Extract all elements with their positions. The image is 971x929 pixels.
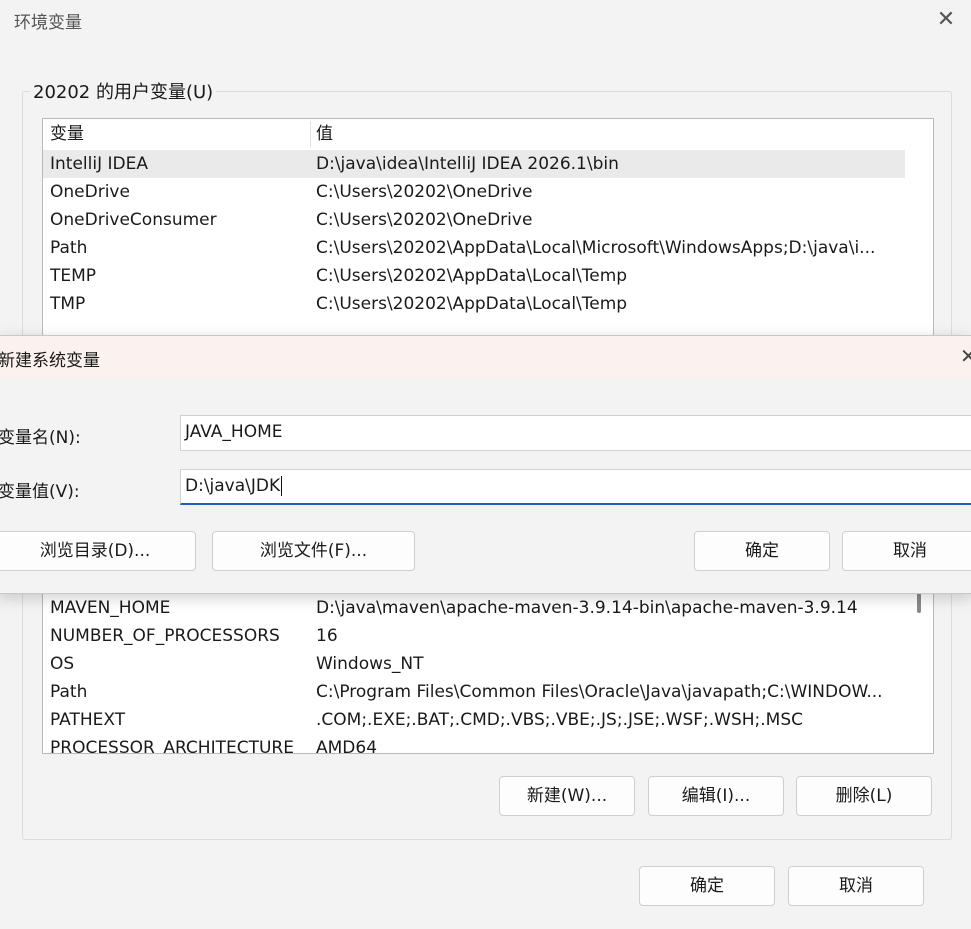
variable-value-label: 变量值(V): <box>0 482 80 502</box>
var-value: C:\Users\20202\AppData\Local\Microsoft\W… <box>316 238 876 258</box>
list-item[interactable]: IntelliJ IDEA D:\java\idea\IntelliJ IDEA… <box>43 150 905 178</box>
close-icon[interactable]: ✕ <box>932 6 960 34</box>
list-item[interactable]: Path C:\Program Files\Common Files\Oracl… <box>43 678 905 706</box>
variable-value-input[interactable]: D:\java\JDK <box>180 469 971 505</box>
delete-variable-button[interactable]: 删除(L) <box>796 776 932 816</box>
dialog-title: 新建系统变量 <box>0 351 100 371</box>
close-icon[interactable]: ✕ <box>960 344 971 368</box>
var-value: Windows_NT <box>316 654 424 674</box>
new-variable-button[interactable]: 新建(W)... <box>499 776 635 816</box>
var-value: C:\Program Files\Common Files\Oracle\Jav… <box>316 682 883 702</box>
browse-directory-button[interactable]: 浏览目录(D)... <box>0 531 196 571</box>
scrollbar-thumb[interactable] <box>917 593 921 613</box>
var-value: C:\Users\20202\AppData\Local\Temp <box>316 266 628 286</box>
new-system-variable-dialog: 新建系统变量 ✕ 变量名(N): JAVA_HOME 变量值(V): D:\ja… <box>0 335 971 594</box>
var-name: MAVEN_HOME <box>50 598 171 618</box>
list-item[interactable]: TMP C:\Users\20202\AppData\Local\Temp <box>43 290 905 318</box>
list-item[interactable]: NUMBER_OF_PROCESSORS 16 <box>43 622 905 650</box>
list-item[interactable]: OS Windows_NT <box>43 650 905 678</box>
var-name: IntelliJ IDEA <box>50 154 148 174</box>
edit-variable-button[interactable]: 编辑(I)... <box>648 776 784 816</box>
list-item[interactable]: PATHEXT .COM;.EXE;.BAT;.CMD;.VBS;.VBE;.J… <box>43 706 905 734</box>
var-value: D:\java\maven\apache-maven-3.9.14-bin\ap… <box>316 598 858 618</box>
var-name: PATHEXT <box>50 710 126 730</box>
variable-name-value: JAVA_HOME <box>185 422 283 442</box>
ok-button[interactable]: 确定 <box>639 866 775 906</box>
var-name: Path <box>50 682 88 702</box>
list-item[interactable]: TEMP C:\Users\20202\AppData\Local\Temp <box>43 262 905 290</box>
var-name: OS <box>50 654 75 674</box>
list-item[interactable]: Path C:\Users\20202\AppData\Local\Micros… <box>43 234 905 262</box>
var-name: TMP <box>50 294 86 314</box>
var-name: OneDriveConsumer <box>50 210 217 230</box>
window-title: 环境变量 <box>14 13 82 33</box>
var-value: C:\Users\20202\AppData\Local\Temp <box>316 294 628 314</box>
system-variables-list[interactable]: MAVEN_HOME D:\java\maven\apache-maven-3.… <box>42 592 934 754</box>
variable-name-input[interactable]: JAVA_HOME <box>180 415 971 451</box>
var-value: 16 <box>316 626 338 646</box>
dialog-cancel-button[interactable]: 取消 <box>842 531 971 571</box>
var-value: D:\java\idea\IntelliJ IDEA 2026.1\bin <box>316 154 619 174</box>
text-caret <box>281 476 283 496</box>
list-item[interactable]: PROCESSOR_ARCHITECTURE AMD64 <box>43 734 905 754</box>
cancel-button[interactable]: 取消 <box>788 866 924 906</box>
var-value: AMD64 <box>316 738 378 754</box>
column-header-value[interactable]: 值 <box>316 119 333 149</box>
list-item[interactable]: OneDrive C:\Users\20202\OneDrive <box>43 178 905 206</box>
var-name: PROCESSOR_ARCHITECTURE <box>50 738 294 754</box>
var-name: TEMP <box>50 266 97 286</box>
var-value: .COM;.EXE;.BAT;.CMD;.VBS;.VBE;.JS;.JSE;.… <box>316 710 804 730</box>
var-name: Path <box>50 238 88 258</box>
user-variables-list[interactable]: 变量 值 IntelliJ IDEA D:\java\idea\IntelliJ… <box>42 118 934 340</box>
variable-value-value: D:\java\JDK <box>185 476 281 496</box>
user-variables-label: 20202 的用户变量(U) <box>30 78 217 104</box>
var-value: C:\Users\20202\OneDrive <box>316 210 533 230</box>
column-divider[interactable] <box>310 121 311 147</box>
var-name: OneDrive <box>50 182 130 202</box>
browse-file-button[interactable]: 浏览文件(F)... <box>212 531 415 571</box>
dialog-ok-button[interactable]: 确定 <box>694 531 830 571</box>
column-header-name[interactable]: 变量 <box>50 119 84 149</box>
dialog-titlebar <box>0 336 971 378</box>
list-item[interactable]: MAVEN_HOME D:\java\maven\apache-maven-3.… <box>43 594 905 622</box>
var-value: C:\Users\20202\OneDrive <box>316 182 533 202</box>
variable-name-label: 变量名(N): <box>0 428 81 448</box>
list-item[interactable]: OneDriveConsumer C:\Users\20202\OneDrive <box>43 206 905 234</box>
var-name: NUMBER_OF_PROCESSORS <box>50 626 280 646</box>
